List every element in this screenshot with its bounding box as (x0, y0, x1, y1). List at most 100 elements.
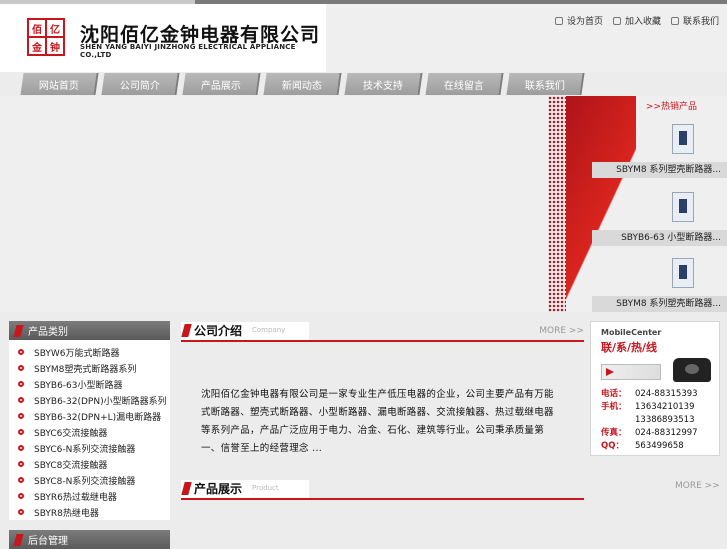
nav-label: 网站首页 (38, 80, 79, 92)
category-label: SBYB6-63小型断路器 (34, 380, 123, 391)
category-item[interactable]: SBYM8塑壳式断路器系列 (9, 360, 170, 376)
nav-label: 联系我们 (524, 80, 565, 92)
contact-value: 024-88312997 (635, 428, 698, 438)
admin-header[interactable]: 后台管理 (9, 530, 170, 549)
company-name-en: SHEN YANG BAIYI JINZHONG ELECTRICAL APPL… (80, 43, 296, 59)
intro-subtitle: Company (252, 326, 286, 334)
category-label: SBYB6-32(DPN)小型断路器系列 (34, 396, 167, 407)
telephone-icon (673, 358, 711, 382)
category-label: SBYB6-32(DPN+L)漏电断路器 (34, 412, 162, 423)
flag-icon (181, 481, 192, 495)
category-item[interactable]: SBYW6万能式断路器 (9, 344, 170, 360)
category-label: SBYM8塑壳式断路器系列 (34, 364, 137, 375)
contact-key: QQ： (601, 441, 624, 451)
product-showcase-section: 产品展示 Product (181, 478, 584, 500)
nav-item-home[interactable]: 网站首页 (20, 73, 99, 95)
contact-row: 传真： 024-88312997 (601, 427, 698, 440)
category-label: SBYW6万能式断路器 (34, 348, 120, 359)
contact-row: 电话： 024-88315393 (601, 388, 698, 401)
category-item[interactable]: SBYC6-N系列交流接触器 (9, 440, 170, 456)
intro-more-link[interactable]: MORE >> (539, 326, 584, 336)
header: 佰 亿 金 钟 沈阳佰亿金钟电器有限公司 SHEN YANG BAIYI JIN… (0, 4, 727, 72)
set-homepage-link[interactable]: 设为首页 (554, 14, 603, 27)
intro-header: 公司介绍 Company MORE >> (181, 320, 584, 342)
bullet-icon (18, 445, 24, 451)
logo-char: 亿 (47, 20, 63, 36)
mobile-center-label: MobileCenter (601, 328, 662, 337)
intro-title-text: 公司介绍 (194, 323, 243, 338)
bullet-icon (18, 461, 24, 467)
bullet-icon (18, 365, 24, 371)
pen-icon (601, 364, 661, 380)
top-link-label: 加入收藏 (624, 17, 661, 27)
contact-key (601, 414, 627, 427)
nav-label: 新闻动态 (281, 80, 322, 92)
bullet-icon (18, 429, 24, 435)
hot-product-item[interactable]: SBYM8 系列塑壳断路器... (592, 120, 727, 186)
category-item[interactable]: SBYC6交流接触器 (9, 424, 170, 440)
logo-char: 佰 (29, 20, 45, 36)
contact-us-link[interactable]: 联系我们 (670, 14, 719, 27)
nav-label: 公司简介 (119, 80, 160, 92)
sidebar-title: 产品类别 (28, 327, 68, 338)
logo-char: 金 (29, 38, 45, 54)
hot-products-panel: >>热销产品 SBYM8 系列塑壳断路器... SBYB6-63 小型断路器..… (592, 96, 727, 312)
flag-icon (181, 323, 192, 337)
hot-product-item[interactable]: SBYM8 系列塑壳断路器... (592, 254, 727, 320)
logo-char: 钟 (47, 38, 63, 54)
flag-icon (13, 533, 24, 546)
product-caption: SBYB6-63 小型断路器... (592, 230, 727, 246)
category-item[interactable]: SBYB6-32(DPN)小型断路器系列 (9, 392, 170, 408)
hot-product-item[interactable]: SBYB6-63 小型断路器... (592, 188, 727, 254)
main-nav: 网站首页 公司简介 产品展示 新闻动态 技术支持 在线留言 联系我们 (20, 73, 585, 95)
product-thumbnail (672, 192, 694, 222)
nav-label: 技术支持 (362, 80, 403, 92)
nav-item-about[interactable]: 公司简介 (101, 73, 180, 95)
company-logo-icon: 佰 亿 金 钟 (27, 18, 65, 56)
company-intro-section: 公司介绍 Company MORE >> 沈阳佰亿金钟电器有限公司是一家专业生产… (181, 320, 584, 458)
category-item[interactable]: SBYB6-32(DPN+L)漏电断路器 (9, 408, 170, 424)
banner: >>热销产品 SBYM8 系列塑壳断路器... SBYB6-63 小型断路器..… (0, 96, 727, 312)
category-item[interactable]: SBYC8交流接触器 (9, 456, 170, 472)
nav-item-support[interactable]: 技术支持 (344, 73, 423, 95)
nav-label: 产品展示 (200, 80, 241, 92)
nav-label: 在线留言 (443, 80, 484, 92)
nav-item-message[interactable]: 在线留言 (425, 73, 504, 95)
contact-value: 024-88315393 (635, 389, 698, 399)
products-more-link[interactable]: MORE >> (675, 481, 720, 491)
bullet-icon (18, 397, 24, 403)
category-item[interactable]: SBYR8热继电器 (9, 504, 170, 520)
home-icon (554, 16, 563, 25)
contact-rows: 电话： 024-88315393 手机： 13634210139 133868935… (601, 388, 698, 453)
top-link-label: 联系我们 (682, 17, 719, 27)
product-category-sidebar: 产品类别 SBYW6万能式断路器 SBYM8塑壳式断路器系列 SBYB6-63小… (9, 321, 170, 549)
category-item[interactable]: SBYB6-63小型断路器 (9, 376, 170, 392)
product-thumbnail (672, 258, 694, 288)
bullet-icon (18, 381, 24, 387)
products-title: 产品展示 Product (181, 480, 309, 498)
star-icon (612, 16, 621, 25)
top-link-label: 设为首页 (566, 17, 603, 27)
contact-key: 手机： (601, 402, 627, 412)
nav-item-products[interactable]: 产品展示 (182, 73, 261, 95)
category-item[interactable]: SBYR6热过载继电器 (9, 488, 170, 504)
add-favorite-link[interactable]: 加入收藏 (612, 14, 661, 27)
intro-text: 沈阳佰亿金钟电器有限公司是一家专业生产低压电器的企业，公司主要产品有万能式断路器… (201, 389, 554, 454)
category-item[interactable]: SBYC8-N系列交流接触器 (9, 472, 170, 488)
nav-item-contact[interactable]: 联系我们 (506, 73, 585, 95)
category-label: SBYR6热过载继电器 (34, 492, 117, 503)
bullet-icon (18, 509, 24, 515)
bullet-icon (18, 493, 24, 499)
contact-key: 电话： (601, 389, 627, 399)
products-title-text: 产品展示 (194, 481, 243, 496)
nav-item-news[interactable]: 新闻动态 (263, 73, 342, 95)
contact-panel: MobileCenter 联/系/热/线 电话： 024-88315393 手机：… (590, 321, 720, 456)
contact-row: 13386893513 (601, 414, 698, 427)
intro-title: 公司介绍 Company (181, 322, 309, 340)
category-label: SBYC8-N系列交流接触器 (34, 476, 136, 487)
bullet-icon (18, 349, 24, 355)
contact-value: 563499658 (635, 441, 684, 451)
contact-row: 手机： 13634210139 (601, 401, 698, 414)
logo-panel[interactable]: 佰 亿 金 钟 沈阳佰亿金钟电器有限公司 SHEN YANG BAIYI JIN… (0, 4, 326, 72)
category-label: SBYC6交流接触器 (34, 428, 108, 439)
